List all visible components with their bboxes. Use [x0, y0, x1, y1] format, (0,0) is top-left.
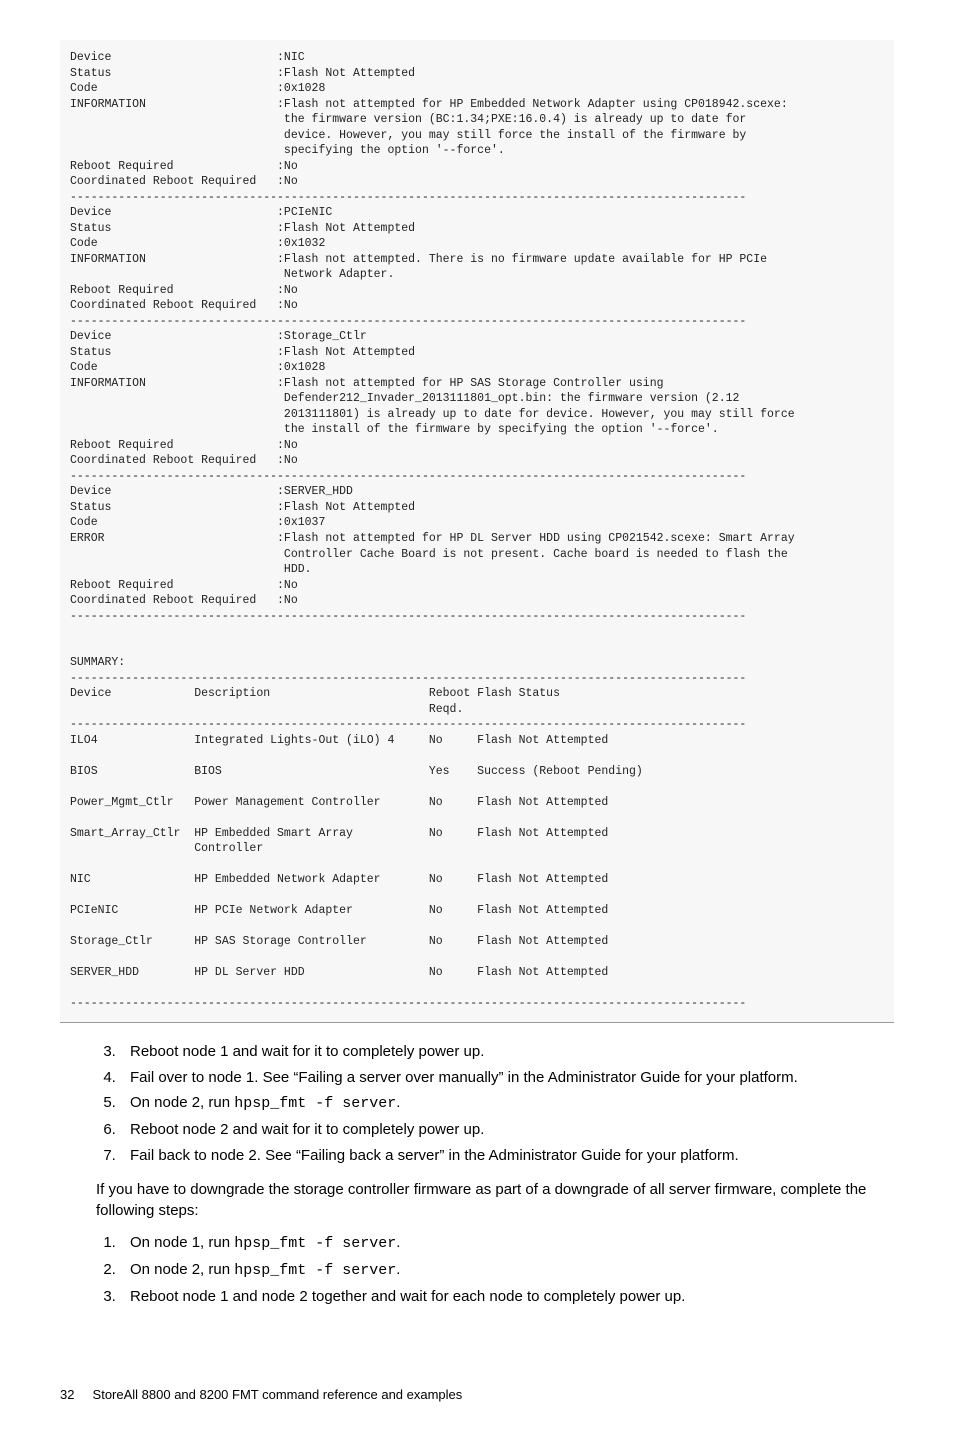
step-command: hpsp_fmt -f server: [234, 1095, 396, 1112]
step-tail: .: [396, 1234, 400, 1251]
step-text: Fail back to node 2. See “Failing back a…: [130, 1147, 739, 1164]
step-item: Reboot node 2 and wait for it to complet…: [120, 1119, 894, 1141]
step-text: Reboot node 2 and wait for it to complet…: [130, 1121, 484, 1138]
step-item: On node 2, run hpsp_fmt -f server.: [120, 1092, 894, 1115]
step-item: Reboot node 1 and wait for it to complet…: [120, 1041, 894, 1063]
step-text: Fail over to node 1. See “Failing a serv…: [130, 1069, 798, 1086]
step-command: hpsp_fmt -f server: [234, 1235, 396, 1252]
step-tail: .: [396, 1261, 400, 1278]
step-text: Reboot node 1 and wait for it to complet…: [130, 1043, 484, 1060]
step-text: On node 1, run: [130, 1234, 234, 1251]
step-text: On node 2, run: [130, 1261, 234, 1278]
footer-title: StoreAll 8800 and 8200 FMT command refer…: [93, 1387, 463, 1402]
page-footer: 32 StoreAll 8800 and 8200 FMT command re…: [60, 1387, 894, 1402]
terminal-output: Device :NIC Status :Flash Not Attempted …: [60, 40, 894, 1023]
step-item: Fail over to node 1. See “Failing a serv…: [120, 1067, 894, 1089]
step-item: Fail back to node 2. See “Failing back a…: [120, 1145, 894, 1167]
step-item: Reboot node 1 and node 2 together and wa…: [120, 1286, 894, 1308]
step-text: Reboot node 1 and node 2 together and wa…: [130, 1288, 685, 1305]
step-text: On node 2, run: [130, 1094, 234, 1111]
instruction-paragraph: If you have to downgrade the storage con…: [96, 1179, 894, 1223]
step-command: hpsp_fmt -f server: [234, 1262, 396, 1279]
step-item: On node 1, run hpsp_fmt -f server.: [120, 1232, 894, 1255]
page-number: 32: [60, 1387, 74, 1402]
step-tail: .: [396, 1094, 400, 1111]
steps-list-continued: Reboot node 1 and wait for it to complet…: [60, 1041, 894, 1167]
steps-list-downgrade: On node 1, run hpsp_fmt -f server.On nod…: [60, 1232, 894, 1307]
step-item: On node 2, run hpsp_fmt -f server.: [120, 1259, 894, 1282]
